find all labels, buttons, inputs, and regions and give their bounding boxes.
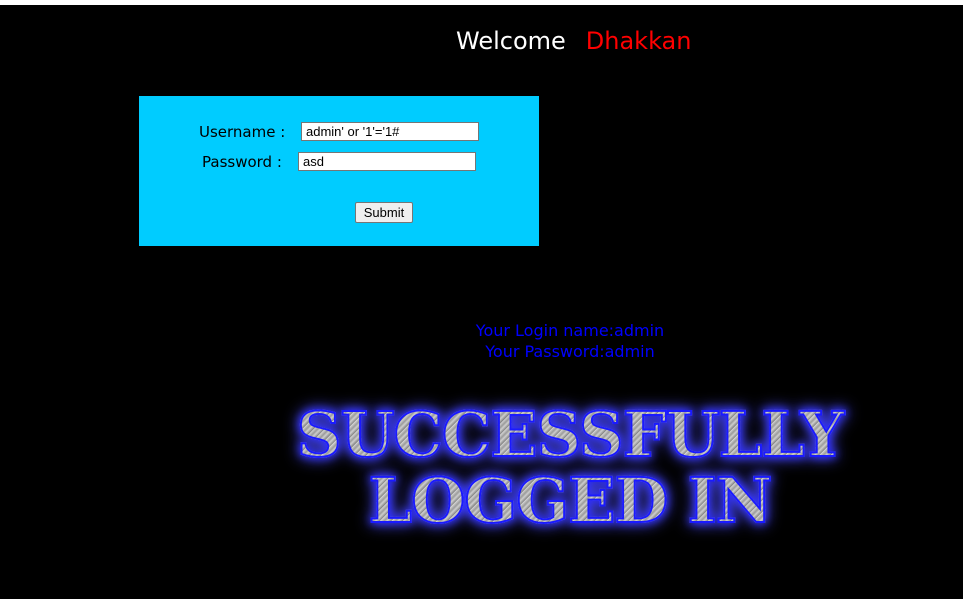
username-input[interactable] — [301, 122, 479, 141]
login-name-text: Your Login name:admin — [475, 321, 665, 340]
success-banner-line1: SUCCESSFULLY — [296, 398, 846, 471]
login-password-text: Your Password:admin — [485, 342, 655, 361]
success-banner: SUCCESSFULLY LOGGED IN — [250, 398, 890, 537]
welcome-text: Welcome — [456, 27, 566, 55]
page: Welcome Dhakkan Username : Password : Sub… — [0, 0, 963, 599]
welcome-name: Dhakkan — [585, 27, 692, 55]
login-form: Username : Password : Submit — [139, 96, 539, 246]
login-result: Your Login name:admin Your Password:admi… — [420, 320, 720, 362]
password-input[interactable] — [298, 152, 476, 171]
success-banner-line2: LOGGED IN — [368, 464, 774, 537]
top-strip — [0, 0, 963, 5]
submit-button[interactable]: Submit — [355, 202, 413, 223]
welcome-heading: Welcome Dhakkan — [456, 26, 691, 56]
password-label: Password : — [202, 153, 282, 171]
username-label: Username : — [199, 123, 286, 141]
